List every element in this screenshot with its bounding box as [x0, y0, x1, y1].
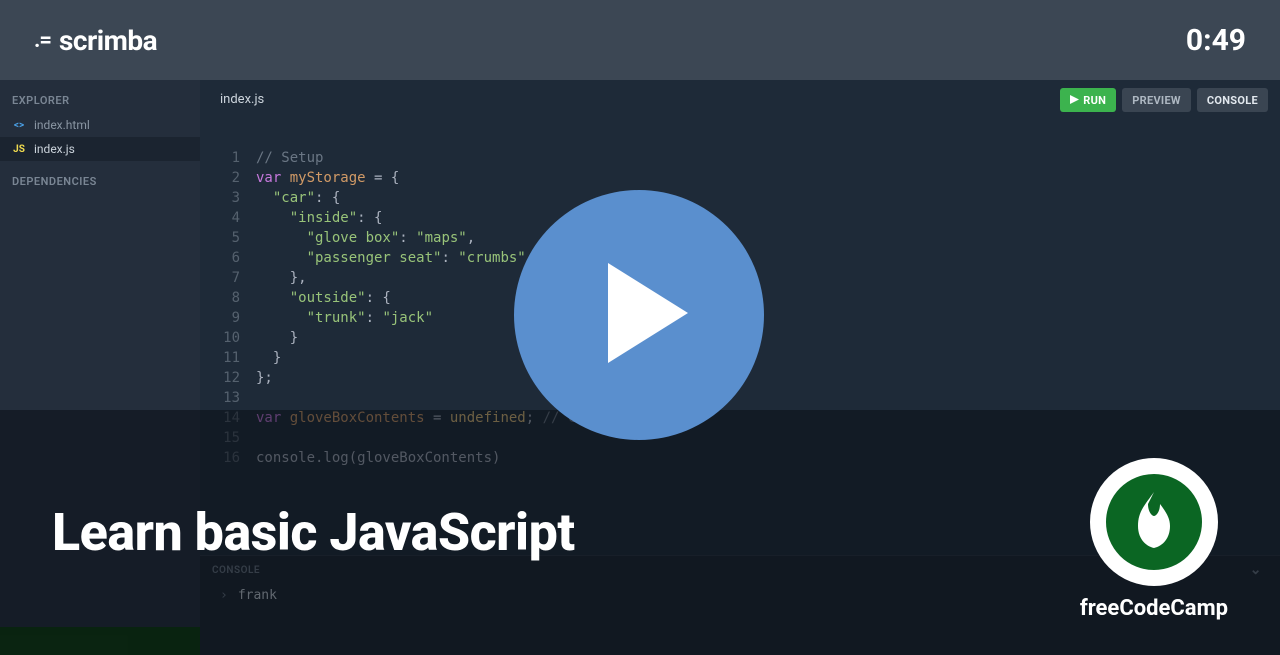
file-item-index-html[interactable]: <> index.html: [0, 113, 200, 137]
code-line[interactable]: 13: [200, 388, 1280, 408]
file-name-label: index.html: [34, 118, 90, 132]
file-ext-icon: JS: [12, 144, 26, 155]
code-content: },: [256, 268, 307, 288]
code-line[interactable]: 3 "car": {: [200, 188, 1280, 208]
line-number: 1: [200, 148, 256, 168]
brand[interactable]: .= scrimba: [34, 24, 157, 57]
dependencies-section-title: DEPENDENCIES: [0, 161, 200, 194]
brand-text: scrimba: [59, 24, 157, 57]
video-timestamp: 0:49: [1186, 23, 1246, 58]
video-title: Learn basic JavaScript: [52, 502, 575, 563]
console-button-label: CONSOLE: [1207, 94, 1258, 107]
line-number: 15: [200, 428, 256, 448]
line-number: 14: [200, 408, 256, 428]
line-number: 6: [200, 248, 256, 268]
code-content: "glove box": "maps",: [256, 228, 475, 248]
code-line[interactable]: 1// Setup: [200, 148, 1280, 168]
run-button-label: RUN: [1083, 94, 1106, 107]
line-number: 11: [200, 348, 256, 368]
run-button[interactable]: RUN: [1060, 88, 1116, 112]
line-number: 8: [200, 288, 256, 308]
line-number: 12: [200, 368, 256, 388]
code-content: };: [256, 368, 273, 388]
code-content: // Setup: [256, 148, 323, 168]
preview-button-label: PREVIEW: [1132, 94, 1181, 107]
play-button[interactable]: [514, 190, 764, 440]
code-content: "passenger seat": "crumbs": [256, 248, 526, 268]
code-line[interactable]: 4 "inside": {: [200, 208, 1280, 228]
code-content: "inside": {: [256, 208, 382, 228]
line-number: 4: [200, 208, 256, 228]
channel-name: freeCodeCamp: [1080, 596, 1228, 621]
sidebar-bottom-highlight: [0, 627, 200, 655]
sidebar: EXPLORER <> index.html JS index.js DEPENDEN…: [0, 80, 200, 655]
code-content: }: [256, 348, 281, 368]
channel-badge[interactable]: freeCodeCamp: [1080, 458, 1228, 621]
play-icon: [580, 263, 698, 367]
tab-open-file[interactable]: index.js: [200, 80, 284, 120]
code-line[interactable]: 2var myStorage = {: [200, 168, 1280, 188]
console-panel-title: CONSOLE: [212, 565, 260, 576]
channel-logo: [1090, 458, 1218, 586]
line-number: 9: [200, 308, 256, 328]
file-ext-icon: <>: [12, 120, 26, 131]
code-content: var myStorage = {: [256, 168, 399, 188]
line-number: 3: [200, 188, 256, 208]
code-content: console.log(gloveBoxContents): [256, 448, 500, 468]
preview-button[interactable]: PREVIEW: [1122, 88, 1191, 112]
code-content: }: [256, 328, 298, 348]
play-icon: [1070, 94, 1079, 107]
code-line[interactable]: 15: [200, 428, 1280, 448]
line-number: 10: [200, 328, 256, 348]
line-number: 13: [200, 388, 256, 408]
code-content: "outside": {: [256, 288, 391, 308]
console-prompt-icon: ›: [220, 588, 228, 603]
code-content: "car": {: [256, 188, 340, 208]
line-number: 16: [200, 448, 256, 468]
flame-icon: [1130, 490, 1178, 554]
explorer-section-title: EXPLORER: [0, 80, 200, 113]
brand-icon: .=: [34, 28, 51, 53]
chevron-down-icon[interactable]: ⌄: [1250, 562, 1268, 578]
line-number: 5: [200, 228, 256, 248]
file-name-label: index.js: [34, 142, 75, 156]
console-button[interactable]: CONSOLE: [1197, 88, 1268, 112]
tab-bar: index.js RUN PREVIEW CONSOLE: [200, 80, 1280, 120]
file-item-index-js[interactable]: JS index.js: [0, 137, 200, 161]
header: .= scrimba 0:49: [0, 0, 1280, 80]
console-output: frank: [238, 588, 277, 603]
line-number: 7: [200, 268, 256, 288]
code-line[interactable]: 14var gloveBoxContents = undefined; // C…: [200, 408, 1280, 428]
code-content: "trunk": "jack": [256, 308, 433, 328]
line-number: 2: [200, 168, 256, 188]
